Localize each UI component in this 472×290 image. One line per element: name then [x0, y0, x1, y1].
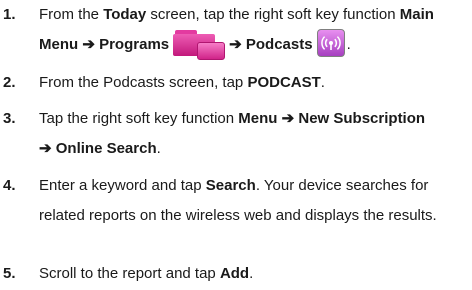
text-run: From the	[39, 6, 104, 23]
step-text: Scroll to the report and tap Add.	[39, 259, 472, 289]
step-5: 5. Scroll to the report and tap Add.	[0, 259, 472, 289]
step-number: 2.	[3, 74, 16, 91]
text-run: .	[249, 265, 254, 282]
step-3: 3. Tap the right soft key function Menu …	[0, 104, 472, 164]
text-run: .	[346, 36, 351, 53]
text-run: Enter a keyword and tap	[39, 177, 206, 194]
arrow-icon: ➔	[82, 36, 95, 53]
step-number: 4.	[3, 177, 16, 194]
arrow-icon: ➔	[39, 140, 52, 157]
step-number: 1.	[3, 6, 16, 23]
step-text: Enter a keyword and tap Search. Your dev…	[39, 171, 472, 231]
step-2: 2. From the Podcasts screen, tap PODCAST…	[0, 68, 472, 98]
step-4: 4. Enter a keyword and tap Search. Your …	[0, 171, 472, 231]
step-text: From the Today screen, tap the right sof…	[39, 0, 472, 61]
menu-label: Menu	[238, 110, 278, 127]
podcasts-icon	[316, 29, 345, 58]
text-run: Tap the right soft key function	[39, 110, 239, 127]
step-number: 3.	[3, 110, 16, 127]
text-run: .	[156, 140, 161, 157]
new-subscription-label: New Subscription	[298, 110, 426, 127]
today-label: Today	[103, 6, 147, 23]
add-label: Add	[219, 265, 250, 282]
search-label: Search	[205, 177, 256, 194]
instruction-list: 1. From the Today screen, tap the right …	[0, 0, 472, 290]
online-search-label: Online Search	[55, 140, 157, 157]
step-text: Tap the right soft key function Menu ➔ N…	[39, 104, 472, 164]
text-run: .	[320, 74, 325, 91]
text-run: screen, tap the right soft key function	[146, 6, 400, 23]
podcast-label: PODCAST	[247, 74, 321, 91]
text-run: Scroll to the report and tap	[39, 265, 220, 282]
podcasts-label: Podcasts	[245, 36, 313, 53]
text-run: From the Podcasts screen, tap	[39, 74, 248, 91]
arrow-icon: ➔	[281, 110, 295, 127]
step-number: 5.	[3, 265, 16, 282]
programs-folder-icon	[173, 30, 226, 61]
step-1: 1. From the Today screen, tap the right …	[0, 0, 472, 61]
arrow-icon: ➔	[229, 36, 242, 53]
step-text: From the Podcasts screen, tap PODCAST.	[39, 68, 472, 98]
programs-label: Programs	[99, 36, 170, 53]
